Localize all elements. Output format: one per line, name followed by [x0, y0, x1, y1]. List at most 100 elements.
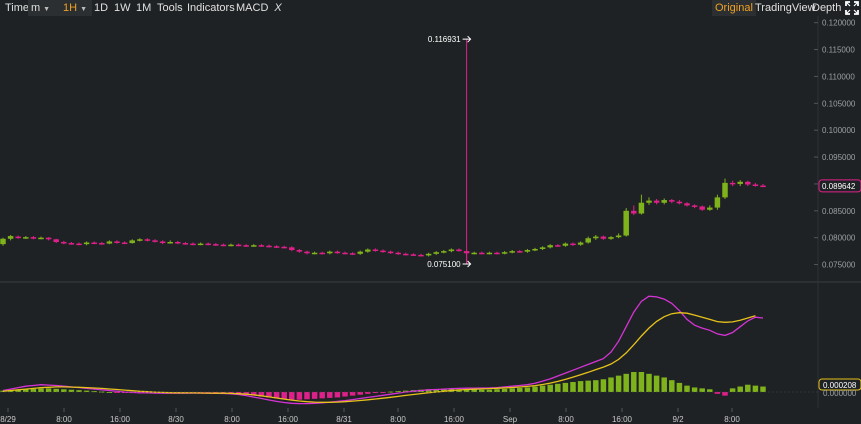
- fullscreen-icon: [845, 1, 859, 15]
- candle: [539, 246, 546, 251]
- macd-histogram-bar: [357, 392, 363, 395]
- candle: [167, 240, 173, 244]
- candle-body: [243, 245, 249, 247]
- candle-body: [524, 250, 531, 252]
- candle: [608, 236, 614, 240]
- candle: [251, 244, 257, 247]
- candle-body: [441, 251, 447, 253]
- tools-button[interactable]: Tools: [154, 0, 186, 16]
- candle-body: [129, 240, 135, 244]
- interval-1d-button[interactable]: 1D: [91, 0, 111, 16]
- candle-body: [251, 245, 257, 247]
- macd-histogram-bar: [600, 379, 607, 392]
- candle: [433, 251, 439, 255]
- macd-histogram-bar: [638, 372, 645, 392]
- candle-body: [76, 243, 82, 246]
- indicators-button[interactable]: Indicators: [184, 0, 238, 16]
- macd-histogram-bar: [623, 373, 629, 392]
- candle: [205, 242, 211, 246]
- candle-body: [691, 205, 698, 207]
- macd-histogram-bar: [585, 380, 591, 392]
- macd-histogram-bar: [615, 375, 622, 392]
- candle: [311, 251, 318, 255]
- macd-histogram-bar: [562, 382, 569, 392]
- candle-body: [479, 252, 485, 255]
- candle: [577, 241, 584, 246]
- candle-body: [30, 237, 37, 239]
- price-chart[interactable]: 0.120000 0.115000 0.110000 0.105000 0.100000…: [0, 16, 861, 424]
- macd-histogram-bar: [327, 392, 333, 398]
- candle-body: [106, 241, 113, 244]
- mode-original-button[interactable]: Original: [712, 0, 756, 16]
- macd-histogram-bar: [494, 389, 500, 392]
- fullscreen-button[interactable]: [842, 0, 861, 16]
- candle: [15, 235, 21, 239]
- candle-body: [83, 242, 90, 245]
- candle: [45, 237, 52, 241]
- macd-histogram-bar: [342, 392, 348, 397]
- candle: [646, 197, 652, 205]
- candle: [517, 250, 523, 253]
- candle: [676, 200, 683, 205]
- macd-histogram-bar: [608, 377, 614, 392]
- candle: [653, 198, 660, 205]
- macd-histogram-bar: [547, 384, 553, 392]
- candle: [23, 236, 29, 239]
- candle: [615, 233, 622, 239]
- candle: [0, 237, 6, 246]
- candle-body: [296, 250, 303, 252]
- candle-body: [631, 210, 637, 214]
- x-tick-label: 9/2: [672, 415, 684, 424]
- candle-body: [585, 238, 591, 243]
- candle-body: [365, 249, 371, 252]
- interval-1w-button[interactable]: 1W: [111, 0, 134, 16]
- macd-zero-label: 0.000000: [823, 389, 857, 398]
- macd-histogram-bar: [760, 386, 766, 392]
- macd-histogram-bar: [539, 385, 546, 392]
- candle-body: [577, 242, 584, 245]
- interval-1h-button[interactable]: 1H ▼: [60, 0, 92, 16]
- candle: [471, 251, 477, 255]
- candle: [669, 198, 675, 204]
- candle-body: [456, 249, 462, 252]
- candle-body: [752, 184, 759, 186]
- remove-indicator-button[interactable]: X: [274, 2, 281, 14]
- macd-histogram-bar: [691, 387, 698, 392]
- candle-body: [91, 242, 97, 245]
- candle-body: [494, 252, 500, 255]
- candle: [91, 241, 97, 245]
- macd-histogram-bar: [631, 372, 637, 392]
- candle: [144, 238, 151, 242]
- candle-body: [448, 249, 455, 252]
- interval-1m-button[interactable]: 1M: [133, 0, 154, 16]
- candle-body: [532, 248, 538, 251]
- x-tick-label: 8:00: [56, 415, 72, 424]
- candle-body: [722, 182, 728, 198]
- interval-select[interactable]: m ▼: [28, 0, 60, 16]
- x-tick-label: 16:00: [612, 415, 633, 424]
- candle-body: [7, 236, 14, 239]
- macd-histogram-bar: [577, 381, 584, 392]
- candle-body: [0, 238, 6, 245]
- macd-histogram-bar: [646, 373, 652, 392]
- candle-body: [319, 252, 325, 255]
- candle-body: [38, 237, 44, 240]
- candle: [562, 242, 569, 247]
- high-price-label: 0.116931: [428, 35, 461, 44]
- candle: [600, 235, 607, 240]
- candle-body: [623, 210, 629, 236]
- candle-body: [289, 247, 295, 251]
- candle-body: [418, 254, 424, 257]
- x-tick-label: 16:00: [278, 415, 299, 424]
- interval-select-value: m: [31, 2, 41, 14]
- mode-depth-button[interactable]: Depth: [809, 0, 844, 16]
- macd-histogram-bar: [707, 389, 713, 392]
- candle: [661, 198, 667, 205]
- price-tick-label: 0.080000: [822, 234, 856, 243]
- x-tick-label: 8:00: [724, 415, 740, 424]
- candle-body: [197, 243, 204, 246]
- candle: [296, 248, 303, 253]
- candle-body: [304, 251, 310, 254]
- candle-body: [327, 251, 333, 254]
- candle: [281, 245, 287, 249]
